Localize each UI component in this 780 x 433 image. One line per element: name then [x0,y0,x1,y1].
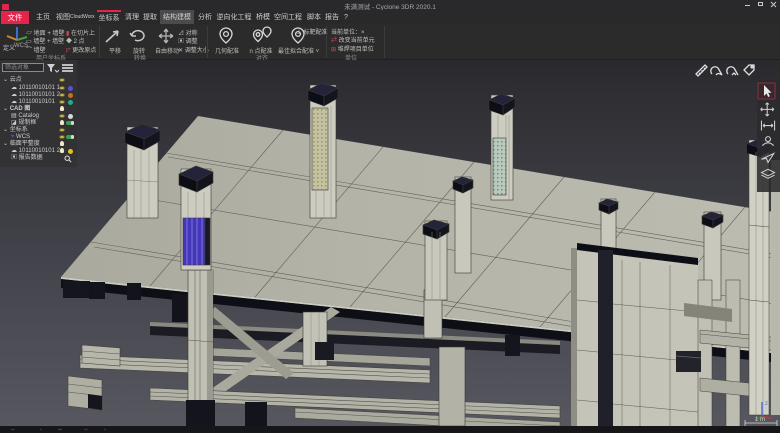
svg-text:z: z [765,401,768,407]
svg-text:1 m: 1 m [755,417,765,423]
